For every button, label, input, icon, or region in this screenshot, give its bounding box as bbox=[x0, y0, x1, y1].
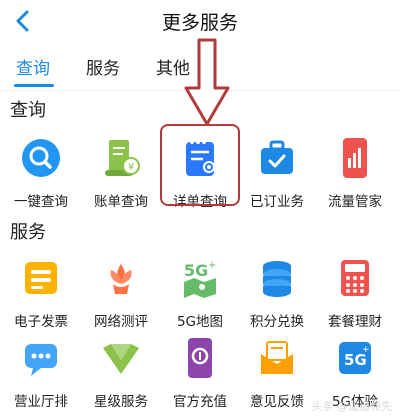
star-chevron-icon bbox=[103, 344, 139, 374]
service-item-official-recharge[interactable]: 官方充值 bbox=[161, 334, 239, 410]
invoice-icon bbox=[25, 262, 57, 294]
calculator-icon bbox=[341, 260, 369, 296]
service-item-hall-queue[interactable]: 营业厅排 bbox=[2, 334, 80, 410]
section-title-query: 查询 bbox=[10, 100, 46, 121]
service-item-network-test[interactable]: 网络测评 bbox=[82, 254, 160, 330]
service-item-plan-finance[interactable]: 套餐理财 bbox=[316, 254, 394, 330]
svg-text:+: + bbox=[362, 345, 370, 355]
chat-bubble-icon bbox=[25, 344, 57, 376]
search-icon bbox=[22, 139, 60, 177]
svg-text:+: + bbox=[208, 260, 216, 271]
highlight-box bbox=[160, 124, 240, 206]
svg-text:5G: 5G bbox=[184, 261, 208, 280]
mail-feedback-icon bbox=[261, 341, 293, 374]
section-title-service: 服务 bbox=[10, 222, 46, 243]
flower-icon bbox=[110, 264, 132, 294]
tab-query[interactable]: 查询 bbox=[16, 54, 50, 79]
page-title: 更多服务 bbox=[161, 12, 238, 34]
service-item-5g-map[interactable]: 5G + 5G地图 bbox=[161, 254, 239, 330]
active-tab-indicator bbox=[14, 84, 54, 87]
data-phone-icon bbox=[343, 138, 367, 178]
header-bar: 更多服务 bbox=[0, 0, 400, 42]
watermark: 头条 @遥遥领先 bbox=[311, 400, 393, 413]
phone-recharge-icon bbox=[188, 338, 212, 378]
5g-map-icon: 5G + bbox=[184, 260, 216, 298]
service-item-subscribed[interactable]: 已订业务 bbox=[238, 134, 316, 210]
5g-experience-icon: 5G + bbox=[339, 342, 371, 374]
service-item-data-manager[interactable]: 流量管家 bbox=[316, 134, 394, 210]
tab-service[interactable]: 服务 bbox=[86, 54, 120, 79]
service-item-one-click-query[interactable]: 一键查询 bbox=[2, 134, 80, 210]
briefcase-check-icon bbox=[261, 140, 293, 174]
service-item-bill-query[interactable]: ¥ 账单查询 bbox=[82, 134, 160, 210]
service-item-e-invoice[interactable]: 电子发票 bbox=[2, 254, 80, 330]
down-arrow-icon bbox=[184, 38, 230, 126]
service-item-star-service[interactable]: 星级服务 bbox=[82, 334, 160, 410]
svg-text:¥: ¥ bbox=[128, 162, 134, 173]
bill-scroll-icon: ¥ bbox=[105, 140, 140, 176]
service-item-points-exchange[interactable]: 积分兑换 bbox=[238, 254, 316, 330]
coins-stack-icon bbox=[263, 261, 291, 297]
service-item-feedback[interactable]: 意见反馈 bbox=[238, 334, 316, 410]
